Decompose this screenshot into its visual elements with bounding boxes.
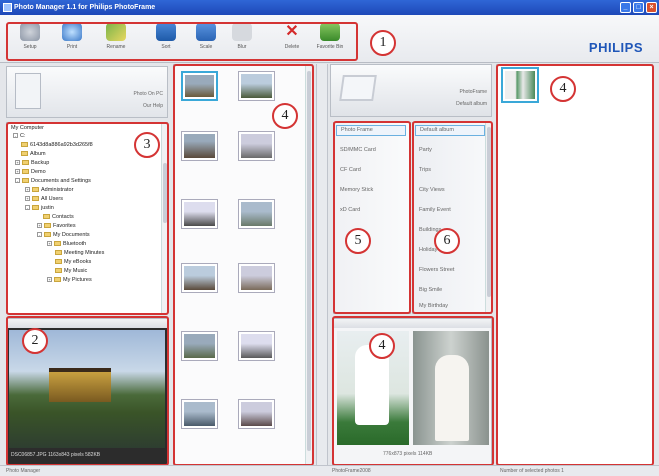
highlight-frame-preview xyxy=(332,316,494,466)
philips-logo: PHILIPS xyxy=(588,40,643,55)
pc-device-panel[interactable]: Photo On PC Our Help xyxy=(6,66,168,118)
marker-7: 4 xyxy=(369,333,395,359)
photoframe-name: PhotoFrame xyxy=(459,89,487,95)
highlight-frame-content xyxy=(496,64,654,466)
status-middle: PhotoFrame2008 xyxy=(332,468,371,474)
computer-icon xyxy=(15,73,41,109)
close-icon[interactable]: × xyxy=(646,2,657,13)
marker-4a: 4 xyxy=(272,103,298,129)
marker-2: 2 xyxy=(22,328,48,354)
status-bar: Photo Manager PhotoFrame2008 Number of s… xyxy=(0,465,659,476)
marker-3: 3 xyxy=(134,132,160,158)
title-bar: Photo Manager 1.1 for Philips PhotoFrame… xyxy=(0,0,659,15)
app-window: Photo Manager 1.1 for Philips PhotoFrame… xyxy=(0,0,659,476)
marker-4b: 4 xyxy=(550,76,576,102)
marker-5: 5 xyxy=(345,228,371,254)
status-left: Photo Manager xyxy=(6,468,41,474)
minimize-icon[interactable]: _ xyxy=(620,2,631,13)
panel-splitter[interactable] xyxy=(316,64,328,465)
marker-6: 6 xyxy=(434,228,460,254)
pc-help-link[interactable]: Our Help xyxy=(143,103,163,109)
highlight-toolbar xyxy=(6,22,358,61)
highlight-albums xyxy=(412,121,493,314)
highlight-sources xyxy=(333,121,411,314)
app-icon xyxy=(3,3,12,12)
maximize-icon[interactable]: □ xyxy=(633,2,644,13)
photoframe-device-panel[interactable]: PhotoFrame Default album xyxy=(330,64,492,117)
window-title: Photo Manager 1.1 for Philips PhotoFrame xyxy=(14,4,156,11)
status-right: Number of selected photos 1 xyxy=(500,468,564,474)
photoframe-icon xyxy=(339,75,377,101)
pc-device-name: Photo On PC xyxy=(133,91,163,97)
marker-1: 1 xyxy=(370,30,396,56)
photoframe-album: Default album xyxy=(456,101,487,107)
